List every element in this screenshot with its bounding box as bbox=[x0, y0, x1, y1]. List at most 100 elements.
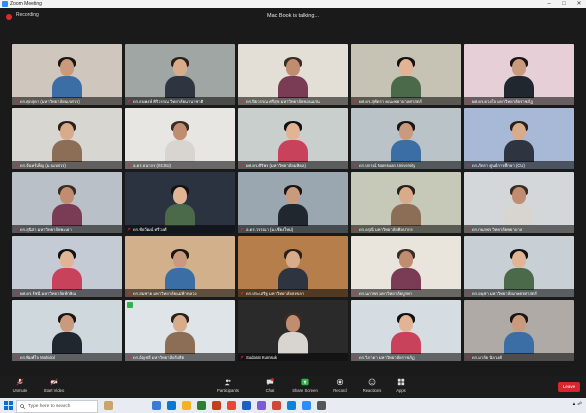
zoom-app-icon bbox=[2, 1, 8, 7]
participant-name: ผศ.ดร.ศิริพร (มหาวิทยาลัยมหิดล) bbox=[246, 162, 306, 168]
participant-tile[interactable]: ผศ.ดร.รัชนี มหาวิทยาลัยทักษิณ bbox=[12, 236, 122, 297]
participant-video bbox=[278, 185, 308, 226]
participant-name: ดร.อัญชลี มหาวิทยาลัยรังสิต bbox=[133, 354, 185, 360]
weather-widget-icon[interactable] bbox=[104, 401, 113, 410]
system-tray[interactable]: ▲ ☍ bbox=[572, 401, 582, 407]
microphone-muted-icon bbox=[353, 355, 357, 359]
close-icon[interactable]: ✕ bbox=[572, 0, 586, 8]
excel-icon[interactable] bbox=[197, 401, 206, 410]
apps-button[interactable]: Apps bbox=[381, 378, 421, 393]
participant-video bbox=[165, 185, 195, 226]
zoom-taskbar-icon[interactable] bbox=[302, 401, 311, 410]
powerpoint-icon[interactable] bbox=[212, 401, 221, 410]
settings-icon[interactable] bbox=[317, 401, 326, 410]
microphone-muted-icon bbox=[127, 227, 131, 231]
participant-tile[interactable]: ดร.กนกพร วิทยาลัยพยาบาล bbox=[464, 172, 574, 233]
microphone-muted-icon bbox=[466, 227, 470, 231]
windows-start-icon[interactable] bbox=[4, 401, 13, 410]
participant-tile[interactable]: ดร.สุนิสา มหาวิทยาลัยพะเยา bbox=[12, 172, 122, 233]
chrome-icon[interactable] bbox=[227, 401, 236, 410]
participant-video bbox=[278, 249, 308, 290]
participant-namebar: ผศ.ดร.ดวงใจ มหาวิทยาลัยราชภัฏ bbox=[464, 97, 574, 105]
participant-video bbox=[52, 121, 82, 162]
search-icon bbox=[20, 404, 25, 409]
microphone-muted-icon bbox=[353, 291, 357, 295]
participant-video bbox=[504, 249, 534, 290]
participant-tile[interactable]: ดร.ประเสริฐ มหาวิทยาลัยสงขลา bbox=[238, 236, 348, 297]
word-icon[interactable] bbox=[242, 401, 251, 410]
participant-tile[interactable]: ดร.อรุณี มหาวิทยาลัยศิลปากร bbox=[351, 172, 461, 233]
participant-tile[interactable]: ดร.ปกรณ์ Naresuan University bbox=[351, 108, 461, 169]
participant-name: ดร.สุนิสา มหาวิทยาลัยพะเยา bbox=[20, 226, 72, 232]
task-view-icon[interactable] bbox=[152, 401, 161, 410]
participant-namebar: ดร.อัญชลี มหาวิทยาลัยรังสิต bbox=[125, 353, 235, 361]
participant-video bbox=[165, 313, 195, 354]
participant-name: ดร.กนกพร วิทยาลัยพยาบาล bbox=[472, 226, 523, 232]
participant-tile[interactable]: Sudarat Kumsuk bbox=[238, 300, 348, 361]
participant-name: ดร.ชัยวัฒน์ ศรีวงศ์ bbox=[133, 226, 167, 232]
share-screen-icon bbox=[301, 378, 309, 386]
participant-namebar: ดร.อรุณี มหาวิทยาลัยศิลปากร bbox=[351, 225, 461, 233]
microphone-muted-icon bbox=[240, 291, 244, 295]
participant-namebar: ดร.ปิยวรรณ ศรีสุข มหาวิทยาลัยขอนแก่น bbox=[238, 97, 348, 105]
participant-namebar: ผศ.ดร.รัชนี มหาวิทยาลัยทักษิณ bbox=[12, 289, 122, 297]
participant-tile[interactable]: ผศ.ดร.ดวงใจ มหาวิทยาลัยราชภัฏ bbox=[464, 44, 574, 105]
start-video-button[interactable]: Start Video bbox=[34, 378, 74, 393]
microphone-muted-icon bbox=[240, 227, 244, 231]
leave-button[interactable]: Leave bbox=[558, 382, 580, 392]
microphone-muted-icon bbox=[14, 163, 18, 167]
participant-tile[interactable]: ผศ.ดร.สุพัตรา คณะพยาบาลศาสตร์ bbox=[351, 44, 461, 105]
maximize-icon[interactable]: □ bbox=[557, 0, 571, 8]
acrobat-icon[interactable] bbox=[272, 401, 281, 410]
file-explorer-icon[interactable] bbox=[182, 401, 191, 410]
participant-namebar: ดร.นภาพร มหาวิทยาลัยบูรพา bbox=[351, 289, 461, 297]
participants-button[interactable]: Participants bbox=[208, 378, 248, 393]
outlook-icon[interactable] bbox=[287, 401, 296, 410]
minimize-icon[interactable]: – bbox=[542, 0, 556, 8]
participant-tile[interactable]: ดร.ศุภสุดา (มหาวิทยาลัยนเรศวร) bbox=[12, 44, 122, 105]
participant-tile[interactable]: ดร.ปิยวรรณ ศรีสุข มหาวิทยาลัยขอนแก่น bbox=[238, 44, 348, 105]
microphone-muted-icon bbox=[14, 227, 18, 231]
participant-name: ดร.อนุชา มหาวิทยาลัยเกษตรศาสตร์ bbox=[472, 290, 537, 296]
microphone-muted-icon bbox=[14, 99, 18, 103]
participant-namebar: ดร.มาลัย นิลวงศ์ bbox=[464, 353, 574, 361]
chat-button[interactable]: Chat bbox=[250, 378, 290, 393]
participant-tile[interactable]: ดร.มาลัย นิลวงศ์ bbox=[464, 300, 574, 361]
participant-video bbox=[504, 313, 534, 354]
taskbar-search-input[interactable]: Type here to search bbox=[16, 400, 98, 413]
participant-video bbox=[391, 121, 421, 162]
participant-tile[interactable]: ผศ.ดร.ศิริพร (มหาวิทยาลัยมหิดล) bbox=[238, 108, 348, 169]
meeting-toolbar: Unmute Start Video Participants Chat Sha… bbox=[0, 376, 586, 398]
participant-namebar: ผศ.ดร.สุพัตรา คณะพยาบาลศาสตร์ bbox=[351, 97, 461, 105]
teams-icon[interactable] bbox=[257, 401, 266, 410]
share-screen-button[interactable]: Share Screen bbox=[285, 378, 325, 393]
edge-icon[interactable] bbox=[167, 401, 176, 410]
participant-tile[interactable]: ดร.สมชาย มหาวิทยาลัยแม่ฟ้าหลวง bbox=[125, 236, 235, 297]
participant-video bbox=[165, 57, 195, 98]
microphone-muted-icon bbox=[353, 163, 357, 167]
participant-name: ดร.ธนพงษ์ ศิริวรรณ วิทยาลัยนานาชาติ bbox=[133, 98, 204, 104]
apps-icon bbox=[397, 378, 405, 386]
participant-tile[interactable]: ดร.ชัยวัฒน์ ศรีวงศ์ bbox=[125, 172, 235, 233]
participant-tile[interactable]: ดร.ธนพงษ์ ศิริวรรณ วิทยาลัยนานาชาติ bbox=[125, 44, 235, 105]
participant-tile[interactable]: ดร.วิภาดา มหาวิทยาลัยราชภัฏ bbox=[351, 300, 461, 361]
participant-name: ดร.พิมพ์ใจ Mahidol bbox=[20, 354, 55, 360]
participant-namebar: ดร.สมชาย มหาวิทยาลัยแม่ฟ้าหลวง bbox=[125, 289, 235, 297]
participant-tile[interactable]: ดร.อัญชลี มหาวิทยาลัยรังสิต bbox=[125, 300, 235, 361]
participant-tile[interactable]: ดร.พิมพ์ใจ Mahidol bbox=[12, 300, 122, 361]
participant-name: ดร.วิภาดา มหาวิทยาลัยราชภัฏ bbox=[359, 354, 415, 360]
microphone-muted-icon bbox=[127, 355, 131, 359]
meeting-topbar: Recording Mac Book is talking... bbox=[0, 8, 586, 26]
participant-tile[interactable]: อ.ดร.ธนากร (SCSU) bbox=[125, 108, 235, 169]
participant-tile[interactable]: อ.ดร.วรรณา (ม.เชียงใหม่) bbox=[238, 172, 348, 233]
participant-tile[interactable]: ดร.นภาพร มหาวิทยาลัยบูรพา bbox=[351, 236, 461, 297]
check-icon bbox=[127, 302, 133, 308]
participant-namebar: ดร.กนกพร วิทยาลัยพยาบาล bbox=[464, 225, 574, 233]
participant-video bbox=[52, 185, 82, 226]
microphone-muted-icon bbox=[14, 355, 18, 359]
participant-namebar: อ.ดร.วรรณา (ม.เชียงใหม่) bbox=[238, 225, 348, 233]
participant-tile[interactable]: ดร.อนุชา มหาวิทยาลัยเกษตรศาสตร์ bbox=[464, 236, 574, 297]
participant-tile[interactable]: ดร.ภัทรา ศูนย์การศึกษา (CU) bbox=[464, 108, 574, 169]
video-off-icon bbox=[50, 378, 58, 386]
participant-tile[interactable]: ดร.จันทร์เพ็ญ (ม.นเรศวร) bbox=[12, 108, 122, 169]
